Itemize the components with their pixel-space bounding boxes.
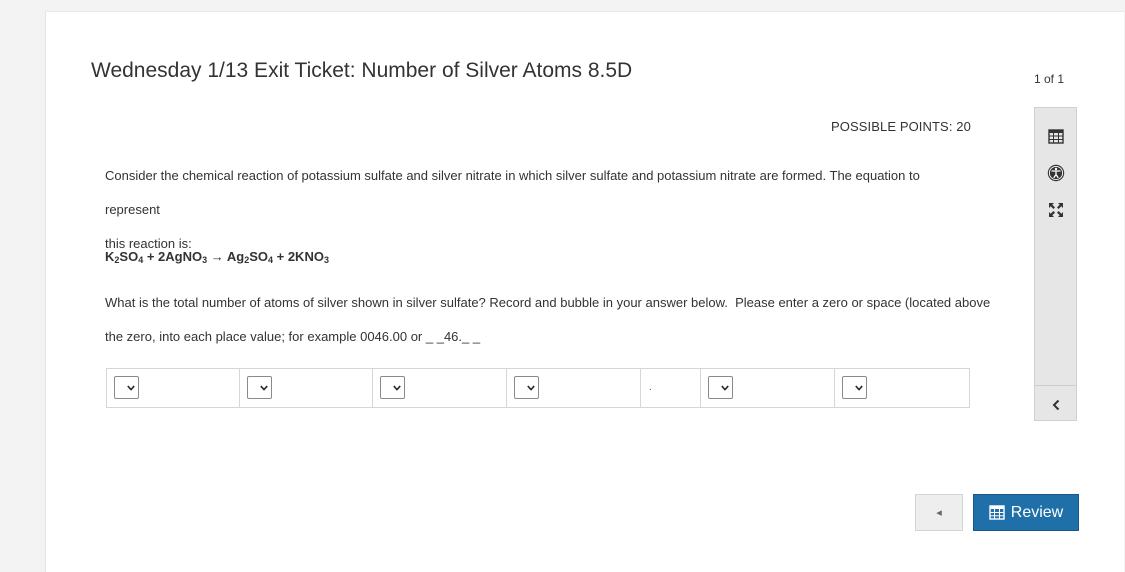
digit-dropdown-1[interactable] [114,376,139,399]
chevron-down-icon [721,384,729,391]
calendar-icon [1047,129,1064,144]
question-prompt-line-1: What is the total number of atoms of sil… [105,295,991,310]
equation-part: K [105,249,115,264]
answer-column [373,369,507,407]
review-label: Review [1010,503,1064,521]
answer-column [507,369,641,407]
equation-part: + 2KNO [273,249,324,264]
decimal-column: . [641,369,701,407]
question-prompt: What is the total number of atoms of sil… [105,286,991,354]
question-prompt-line-2: the zero, into each place value; for exa… [105,329,481,344]
griddable-answer: . [106,368,970,408]
calendar-icon [989,505,1005,520]
answer-column [107,369,240,407]
answer-column [835,369,969,407]
accessibility-tool-button[interactable] [1035,158,1076,188]
equation-part: SO [119,249,139,264]
toolbar-divider [1035,385,1076,386]
collapse-toolbar-button[interactable] [1035,390,1076,420]
chevron-down-icon [855,384,863,391]
side-toolbar [1034,107,1077,421]
test-panel: Wednesday 1/13 Exit Ticket: Number of Si… [45,11,1124,572]
chemical-equation: K2SO4 + 2AgNO3 → Ag2SO4 + 2KNO3 [105,249,329,265]
question-intro: Consider the chemical reaction of potass… [105,159,975,261]
equation-subscript: 3 [323,255,329,265]
possible-points: POSSIBLE POINTS: 20 [831,119,971,134]
answer-column [240,369,373,407]
equation-part: SO [249,249,268,264]
digit-dropdown-3[interactable] [380,376,405,399]
previous-arrow-icon: ◂ [936,507,942,519]
accessibility-icon [1047,164,1064,182]
page-title: Wednesday 1/13 Exit Ticket: Number of Si… [91,59,633,82]
fullscreen-tool-button[interactable] [1035,195,1076,225]
question-intro-line-1: Consider the chemical reaction of potass… [105,168,920,217]
calculator-tool-button[interactable] [1035,121,1076,151]
chevron-left-icon [1052,399,1059,411]
equation-part: + 2AgNO [143,249,203,264]
expand-icon [1048,203,1063,217]
chevron-down-icon [393,384,401,391]
equation-part: → Ag [207,249,245,264]
answer-column [701,369,835,407]
review-button[interactable]: Review [973,494,1079,531]
digit-dropdown-4[interactable] [514,376,539,399]
chevron-down-icon [260,384,268,391]
digit-dropdown-5[interactable] [708,376,733,399]
decimal-point: . [649,382,652,393]
digit-dropdown-6[interactable] [842,376,867,399]
chevron-down-icon [527,384,535,391]
previous-button[interactable]: ◂ [915,494,963,531]
digit-dropdown-2[interactable] [247,376,272,399]
chevron-down-icon [127,384,135,391]
page-count: 1 of 1 [1034,72,1065,86]
